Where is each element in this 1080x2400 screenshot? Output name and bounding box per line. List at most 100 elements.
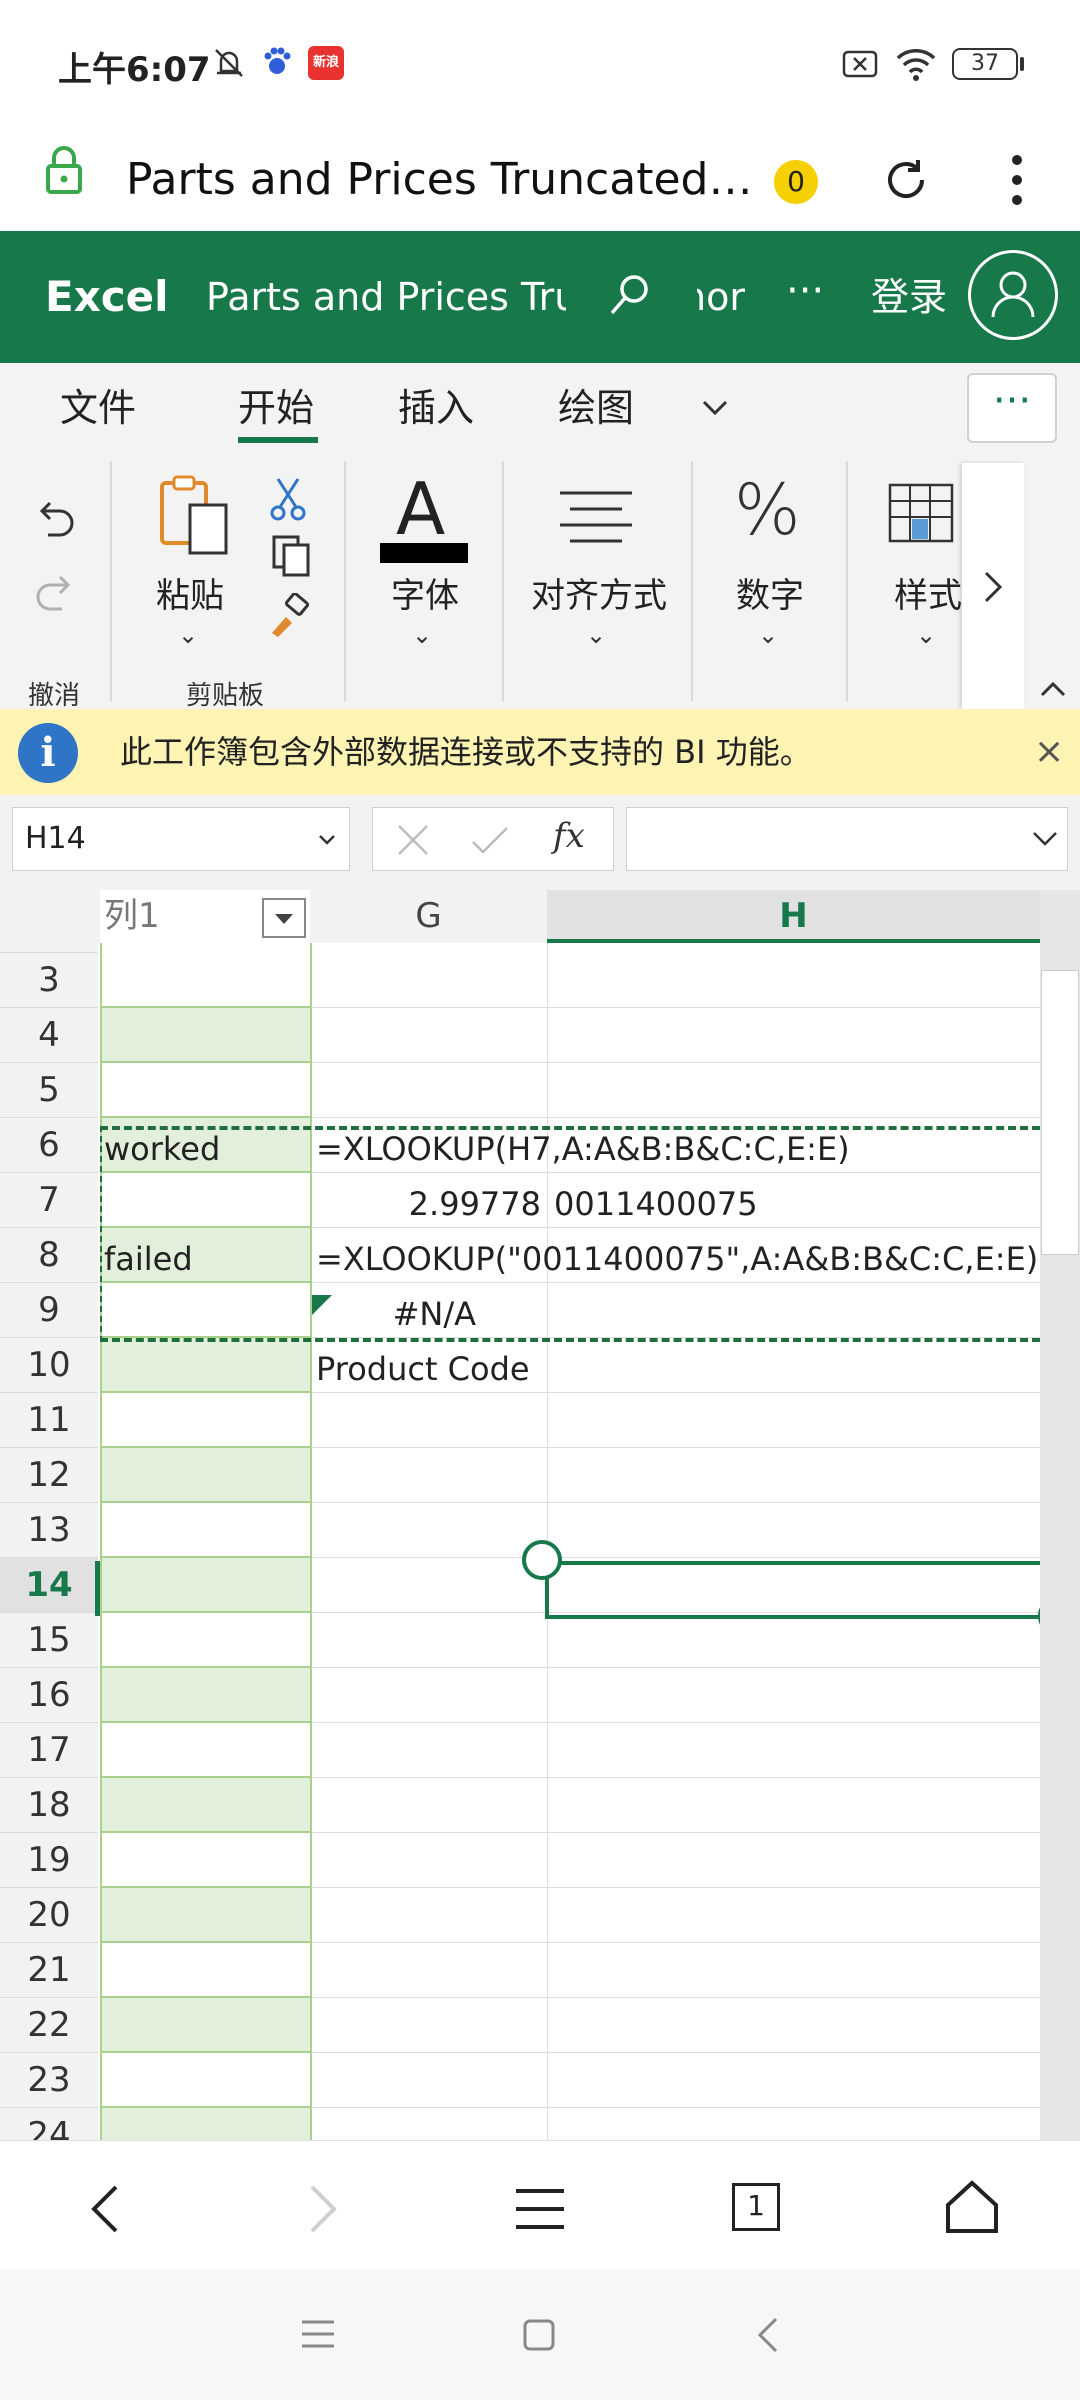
home-square-icon[interactable] [522,2318,556,2352]
reload-icon[interactable] [882,156,930,204]
collapse-ribbon-icon[interactable] [1038,677,1068,701]
tab-draw[interactable]: 绘图 [558,363,634,453]
row-header[interactable]: 24 [0,2108,98,2140]
row-header[interactable]: 12 [0,1448,98,1503]
styles-dropdown-chevron[interactable]: ⌄ [916,621,936,649]
column-header-g[interactable]: G [310,890,547,943]
row-header[interactable]: 15 [0,1613,98,1668]
styles-icon[interactable] [886,481,962,551]
percent-glyph[interactable]: % [734,469,801,551]
ribbon-overflow-button[interactable]: ··· [967,373,1057,443]
row-header[interactable]: 6 [0,1118,98,1173]
row-header[interactable]: 20 [0,1888,98,1943]
table-cell-f[interactable] [100,1393,310,1448]
row-header[interactable]: 17 [0,1723,98,1778]
paste-label[interactable]: 粘贴 [156,568,224,617]
document-name[interactable]: Parts and Prices Truncated [206,231,566,363]
avatar[interactable] [968,250,1058,340]
name-box[interactable]: H14 [12,807,350,871]
table-cell-f[interactable] [100,1063,310,1118]
scrollbar-thumb[interactable] [1041,970,1079,1255]
selection-handle-top[interactable] [522,1540,562,1580]
more-vert-icon[interactable] [1000,152,1034,208]
table-cell-f[interactable] [100,1998,310,2053]
expand-formula-icon[interactable] [1031,828,1059,850]
row-header[interactable]: 22 [0,1998,98,2053]
chevron-down-icon[interactable] [700,393,730,423]
menu-icon[interactable] [514,2187,566,2231]
styles-label[interactable]: 样式 [894,568,962,617]
row-header[interactable]: 10 [0,1338,98,1393]
table-cell-f[interactable] [100,1558,310,1613]
row-header[interactable]: 18 [0,1778,98,1833]
row-header[interactable]: 21 [0,1943,98,1998]
paste-dropdown-chevron[interactable]: ⌄ [178,621,198,649]
table-cell-f[interactable] [100,1888,310,1943]
table-cell-f[interactable] [100,1833,310,1888]
row-header[interactable]: 8 [0,1228,98,1283]
alignment-label[interactable]: 对齐方式 [531,568,667,617]
format-painter-icon[interactable] [266,593,312,639]
tab-count-badge[interactable]: 0 [774,160,818,204]
tab-insert[interactable]: 插入 [398,363,474,453]
font-dropdown-chevron[interactable]: ⌄ [412,621,432,649]
number-label[interactable]: 数字 [736,568,804,617]
row-header[interactable]: 3 [0,953,98,1008]
tabs-button[interactable]: 1 [732,2183,780,2231]
row-header[interactable]: 4 [0,1008,98,1063]
table-cell-f[interactable] [100,1338,310,1393]
table-cell-f[interactable] [100,1778,310,1833]
lock-icon[interactable] [44,144,84,198]
paste-icon[interactable] [156,473,236,559]
cancel-icon[interactable] [395,822,431,858]
back-icon[interactable] [86,2183,126,2235]
search-icon[interactable] [606,271,654,319]
row-header[interactable]: 14 [0,1558,98,1613]
table-cell-f[interactable] [100,1448,310,1503]
cell-g10[interactable]: Product Code [316,1350,530,1388]
table-cell-f[interactable] [100,953,310,1008]
undo-icon[interactable] [32,495,78,541]
insert-function-button[interactable]: fx [553,816,585,856]
cut-icon[interactable] [270,475,306,521]
app-name[interactable]: Excel [45,231,169,363]
row-header[interactable]: 13 [0,1503,98,1558]
tab-file[interactable]: 文件 [60,363,136,453]
font-label[interactable]: 字体 [391,568,459,617]
forward-icon[interactable] [302,2183,342,2235]
align-icon[interactable] [556,487,636,547]
login-button[interactable]: 登录 [871,231,947,363]
ribbon-scroll-right-button[interactable] [962,463,1024,709]
row-header[interactable]: 11 [0,1393,98,1448]
close-icon[interactable]: × [1034,709,1064,795]
table-cell-f[interactable] [100,2108,310,2140]
column-header-h[interactable]: H [547,890,1040,943]
selected-cell-h14[interactable] [545,1561,1040,1619]
copy-icon[interactable] [270,533,314,579]
row-header[interactable]: 16 [0,1668,98,1723]
row-header[interactable]: 19 [0,1833,98,1888]
recents-icon[interactable] [300,2318,336,2350]
table-cell-f[interactable] [100,1503,310,1558]
table-cell-f[interactable] [100,2053,310,2108]
alignment-dropdown-chevron[interactable]: ⌄ [586,621,606,649]
table-cell-f[interactable] [100,1668,310,1723]
redo-icon[interactable] [32,569,78,615]
page-title[interactable]: Parts and Prices Truncated… [126,130,752,230]
filter-dropdown-button[interactable] [262,898,306,938]
font-glyph[interactable]: A [396,467,445,551]
check-icon[interactable] [469,822,511,858]
row-header[interactable]: 23 [0,2053,98,2108]
table-cell-f[interactable] [100,1613,310,1668]
home-icon[interactable] [944,2179,1000,2235]
table-cell-f[interactable] [100,1943,310,1998]
row-header[interactable] [0,898,98,953]
table-cell-f[interactable] [100,1008,310,1063]
search-suggestion-text[interactable]: nor [697,231,745,363]
more-options-button[interactable]: ··· [786,231,824,363]
formula-input[interactable] [626,807,1068,871]
number-dropdown-chevron[interactable]: ⌄ [758,621,778,649]
row-header[interactable]: 9 [0,1283,98,1338]
row-header[interactable]: 7 [0,1173,98,1228]
system-back-icon[interactable] [756,2316,780,2354]
